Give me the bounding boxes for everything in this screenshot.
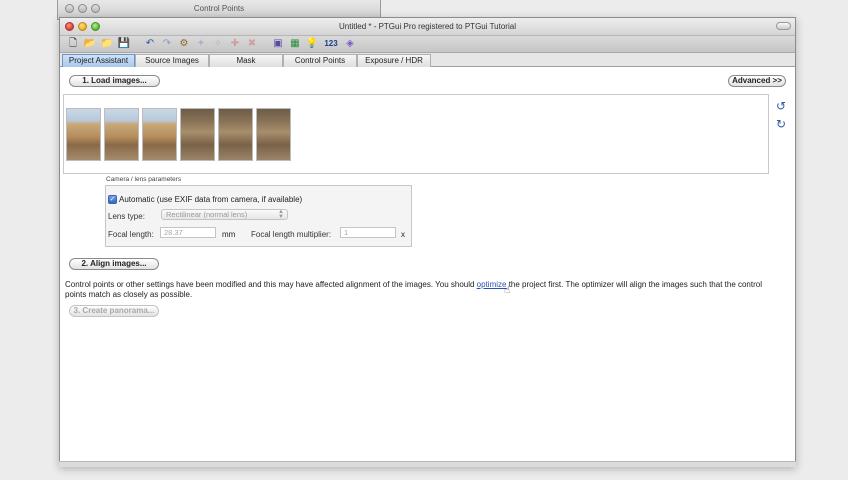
toolbar-toggle-button[interactable]	[776, 22, 791, 30]
title-bar: Untitled * - PTGui Pro registered to PTG…	[60, 18, 795, 36]
image-thumbnails-panel	[63, 94, 769, 174]
focal-multiplier-label: Focal length multiplier:	[251, 230, 332, 239]
image-thumbnail[interactable]	[180, 108, 215, 161]
gear-icon[interactable]: ⚙	[177, 38, 191, 51]
numbers-button[interactable]: 123	[322, 38, 340, 51]
window-title: Untitled * - PTGui Pro registered to PTG…	[339, 22, 516, 31]
control-point-tool-4-icon[interactable]: ✖	[245, 38, 259, 51]
focal-length-unit: mm	[222, 230, 236, 239]
camera-lens-group: ✓ Automatic (use EXIF data from camera, …	[105, 185, 412, 247]
optimize-hint-before: Control points or other settings have be…	[65, 280, 477, 289]
optimize-link[interactable]: optimize	[477, 280, 507, 289]
tab-source-images[interactable]: Source Images	[135, 54, 209, 67]
undo-icon[interactable]: ↶	[143, 38, 157, 51]
image-thumbnail[interactable]	[66, 108, 101, 161]
rotate-right-icon[interactable]: ↻	[774, 117, 788, 131]
automatic-exif-label: Automatic (use EXIF data from camera, if…	[119, 195, 303, 204]
tab-control-points[interactable]: Control Points	[283, 54, 357, 67]
tab-project-assistant[interactable]: Project Assistant	[62, 54, 135, 67]
automatic-exif-checkbox[interactable]: ✓	[108, 195, 117, 204]
status-bar	[59, 461, 796, 467]
focal-multiplier-input[interactable]: 1	[340, 227, 396, 238]
focal-length-input[interactable]: 28.37	[160, 227, 216, 238]
control-point-tool-2-icon[interactable]: ✧	[211, 38, 225, 51]
hand-cursor-icon: ☝	[504, 285, 511, 296]
tab-bar: Project Assistant Source Images Mask Con…	[60, 53, 795, 67]
toolbar-separator	[134, 38, 140, 51]
background-window-title: Control Points	[193, 4, 245, 13]
rotate-left-icon[interactable]: ↺	[774, 99, 788, 113]
lightbulb-icon[interactable]: 💡	[305, 38, 319, 51]
load-images-button[interactable]: 1. Load images...	[69, 75, 160, 87]
control-point-tool-3-icon[interactable]: ✚	[228, 38, 242, 51]
open-recent-icon[interactable]: 📁	[100, 38, 114, 51]
control-point-tool-1-icon[interactable]: ✦	[194, 38, 208, 51]
create-panorama-button[interactable]: 3. Create panorama...	[69, 305, 159, 317]
align-images-button[interactable]: 2. Align images...	[69, 258, 159, 270]
open-project-icon[interactable]: 📂	[83, 38, 97, 51]
tab-mask[interactable]: Mask	[209, 54, 283, 67]
redo-icon[interactable]: ↷	[160, 38, 174, 51]
camera-lens-legend: Camera / lens parameters	[106, 176, 182, 183]
new-project-icon[interactable]: 🗋	[66, 38, 80, 51]
image-thumbnail[interactable]	[142, 108, 177, 161]
save-project-icon[interactable]: 💾	[117, 38, 131, 51]
advanced-button[interactable]: Advanced >>	[728, 75, 786, 87]
main-window: Untitled * - PTGui Pro registered to PTG…	[59, 17, 796, 467]
toolbar: 🗋 📂 📁 💾 ↶ ↷ ⚙ ✦ ✧ ✚ ✖ ▣ ▦ 💡 123 ◈	[60, 36, 795, 53]
image-thumbnail[interactable]	[104, 108, 139, 161]
lens-type-value: Rectilinear (normal lens)	[166, 210, 248, 219]
lens-type-label: Lens type:	[108, 212, 145, 221]
optimize-hint-text: Control points or other settings have be…	[65, 280, 775, 299]
project-assistant-panel: 1. Load images... Advanced >> ↺ ↻ Camera…	[60, 67, 795, 466]
image-thumbnail[interactable]	[256, 108, 291, 161]
panorama-editor-icon[interactable]: ▣	[271, 38, 285, 51]
table-icon[interactable]: ▦	[288, 38, 302, 51]
tab-exposure-hdr[interactable]: Exposure / HDR	[357, 54, 431, 67]
toolbar-separator	[262, 38, 268, 51]
image-thumbnail[interactable]	[218, 108, 253, 161]
chevron-updown-icon: ▲ ▼	[278, 209, 284, 220]
focal-multiplier-unit: x	[401, 230, 405, 239]
eraser-icon[interactable]: ◈	[343, 38, 357, 51]
lens-type-select[interactable]: Rectilinear (normal lens) ▲ ▼	[161, 209, 288, 220]
focal-length-label: Focal length:	[108, 230, 154, 239]
